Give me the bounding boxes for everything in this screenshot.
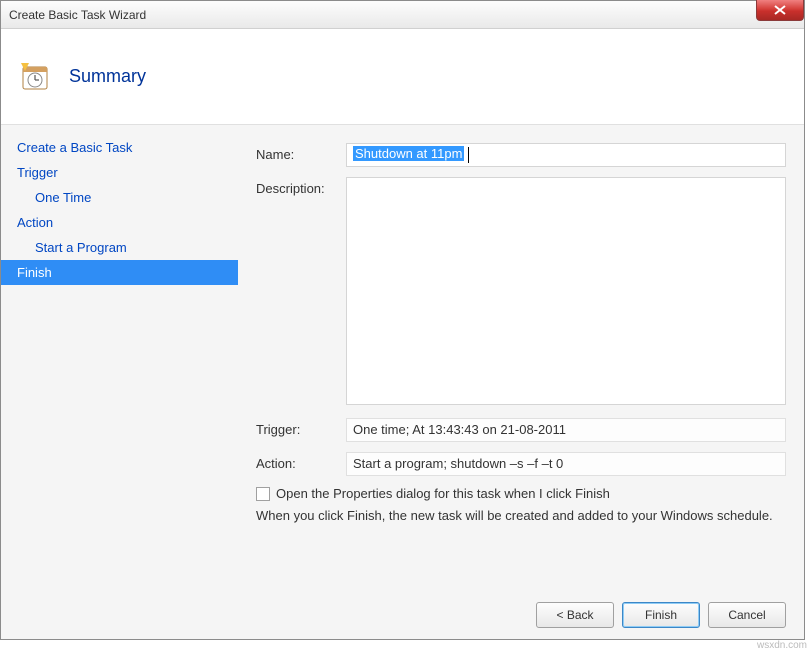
- titlebar: Create Basic Task Wizard: [1, 1, 804, 29]
- trigger-label: Trigger:: [256, 418, 346, 437]
- description-row: Description:: [256, 177, 786, 408]
- sidebar-item-create-a-basic-task[interactable]: Create a Basic Task: [1, 135, 238, 160]
- open-properties-row: Open the Properties dialog for this task…: [256, 486, 786, 501]
- window-title: Create Basic Task Wizard: [9, 8, 146, 22]
- cancel-button[interactable]: Cancel: [708, 602, 786, 628]
- name-row: Name: Shutdown at 11pm: [256, 143, 786, 167]
- watermark: wsxdn.com: [757, 640, 807, 651]
- wizard-footer: < Back Finish Cancel: [1, 591, 804, 639]
- name-label: Name:: [256, 143, 346, 162]
- clock-icon: [19, 61, 51, 93]
- sidebar-item-one-time[interactable]: One Time: [1, 185, 238, 210]
- page-title: Summary: [69, 66, 146, 87]
- open-properties-label[interactable]: Open the Properties dialog for this task…: [276, 486, 610, 501]
- sidebar-item-finish[interactable]: Finish: [1, 260, 238, 285]
- info-text: When you click Finish, the new task will…: [256, 507, 786, 525]
- sidebar-item-start-a-program[interactable]: Start a Program: [1, 235, 238, 260]
- wizard-body: Create a Basic TaskTriggerOne TimeAction…: [1, 125, 804, 591]
- wizard-content: Name: Shutdown at 11pm Description: Trig…: [238, 125, 804, 591]
- name-value-selected: Shutdown at 11pm: [353, 146, 464, 161]
- trigger-value: One time; At 13:43:43 on 21-08-2011: [346, 418, 786, 442]
- open-properties-checkbox[interactable]: [256, 487, 270, 501]
- description-textarea[interactable]: [346, 177, 786, 405]
- close-icon: [774, 5, 786, 15]
- name-input[interactable]: Shutdown at 11pm: [346, 143, 786, 167]
- close-button[interactable]: [756, 0, 804, 21]
- action-value: Start a program; shutdown –s –f –t 0: [346, 452, 786, 476]
- wizard-sidebar: Create a Basic TaskTriggerOne TimeAction…: [1, 125, 238, 591]
- action-label: Action:: [256, 452, 346, 471]
- sidebar-item-action[interactable]: Action: [1, 210, 238, 235]
- wizard-header: Summary: [1, 29, 804, 125]
- finish-button[interactable]: Finish: [622, 602, 700, 628]
- trigger-row: Trigger: One time; At 13:43:43 on 21-08-…: [256, 418, 786, 442]
- description-label: Description:: [256, 177, 346, 196]
- sidebar-item-trigger[interactable]: Trigger: [1, 160, 238, 185]
- action-row: Action: Start a program; shutdown –s –f …: [256, 452, 786, 476]
- wizard-window: Create Basic Task Wizard Summary Create …: [0, 0, 805, 640]
- back-button[interactable]: < Back: [536, 602, 614, 628]
